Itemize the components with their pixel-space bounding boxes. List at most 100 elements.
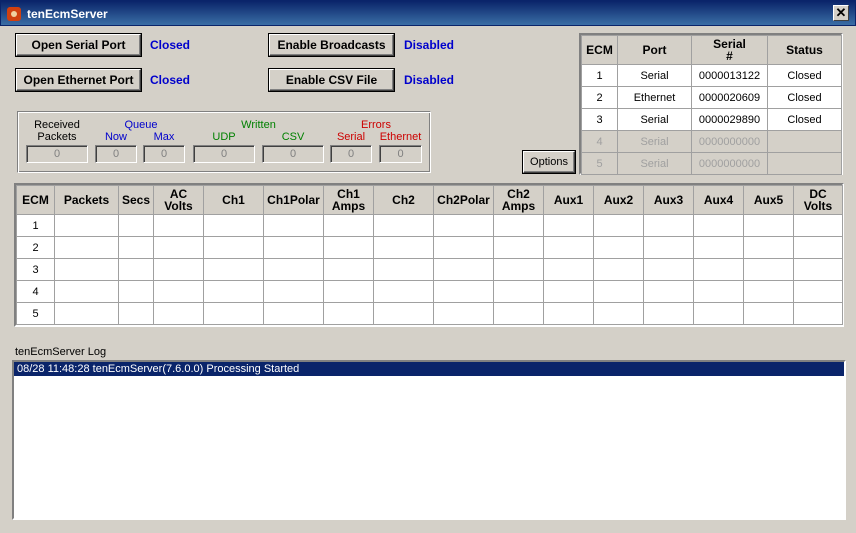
table-row[interactable]: 1	[16, 214, 843, 237]
ecm-cell: 3	[581, 108, 618, 131]
ecm-cell: 3	[16, 258, 55, 281]
table-row[interactable]: 4	[16, 280, 843, 303]
options-button[interactable]: Options	[522, 150, 576, 174]
data-cell	[433, 280, 494, 303]
data-cell	[643, 236, 694, 259]
data-cell	[118, 280, 154, 303]
data-cell	[323, 214, 374, 237]
close-button[interactable]: ✕	[833, 5, 849, 21]
queue-now-field: 0	[95, 145, 137, 163]
written-udp-field: 0	[193, 145, 255, 163]
data-cell	[743, 214, 794, 237]
serial-cell: 0000000000	[691, 152, 768, 175]
data-table: ECM Packets Secs AC Volts Ch1 Ch1Polar Ch1 Amp…	[16, 185, 843, 325]
table-row[interactable]: 2	[16, 236, 843, 259]
status-cell	[767, 152, 842, 175]
data-cell	[54, 236, 119, 259]
port-cell: Ethernet	[617, 86, 692, 109]
port-cell: Serial	[617, 64, 692, 87]
data-cell	[54, 258, 119, 281]
serial-errors-label: Serial	[336, 131, 366, 143]
data-cell	[693, 280, 744, 303]
ecm-cell: 2	[581, 86, 618, 109]
serial-status: Closed	[150, 38, 191, 52]
ecm-cell: 4	[581, 130, 618, 153]
udp-label: UDP	[212, 131, 236, 143]
ecm-table: ECM Port Serial # Status 1 Serial 000001…	[581, 35, 842, 175]
enable-broadcasts-button[interactable]: Enable Broadcasts	[268, 33, 395, 57]
errors-label: Errors	[361, 119, 391, 131]
data-header-ch2-amps: Ch2 Amps	[493, 185, 544, 215]
table-row[interactable]: 3 Serial 0000029890 Closed	[581, 108, 842, 131]
status-cell: Closed	[767, 108, 842, 131]
status-cell	[767, 130, 842, 153]
data-cell	[643, 258, 694, 281]
data-header-packets: Packets	[54, 185, 119, 215]
data-cell	[263, 236, 324, 259]
data-cell	[593, 258, 644, 281]
data-cell	[493, 258, 544, 281]
queue-max-field: 0	[143, 145, 185, 163]
data-cell	[433, 214, 494, 237]
data-cell	[493, 302, 544, 325]
data-cell	[118, 214, 154, 237]
ecm-cell: 4	[16, 280, 55, 303]
data-cell	[54, 302, 119, 325]
data-cell	[203, 214, 264, 237]
data-cell	[493, 280, 544, 303]
data-cell	[743, 302, 794, 325]
data-cell	[153, 280, 204, 303]
table-row[interactable]: 5	[16, 302, 843, 325]
data-header-ac-volts: AC Volts	[153, 185, 204, 215]
data-cell	[793, 302, 843, 325]
ecm-cell: 1	[581, 64, 618, 87]
status-header: Status	[767, 35, 842, 65]
data-cell	[493, 214, 544, 237]
serial-cell: 0000013122	[691, 64, 768, 87]
data-cell	[373, 302, 434, 325]
ecm-cell: 1	[16, 214, 55, 237]
open-ethernet-port-button[interactable]: Open Ethernet Port	[15, 68, 142, 92]
data-cell	[263, 280, 324, 303]
data-header-aux2: Aux2	[593, 185, 644, 215]
enable-csv-file-button[interactable]: Enable CSV File	[268, 68, 395, 92]
data-cell	[543, 258, 594, 281]
data-cell	[203, 302, 264, 325]
data-cell	[433, 258, 494, 281]
broadcasts-status: Disabled	[404, 38, 455, 52]
ethernet-errors-label: Ethernet	[379, 131, 422, 143]
data-cell	[643, 302, 694, 325]
data-cell	[153, 302, 204, 325]
data-cell	[593, 302, 644, 325]
data-cell	[693, 302, 744, 325]
table-row[interactable]: 1 Serial 0000013122 Closed	[581, 64, 842, 87]
table-row[interactable]: 3	[16, 258, 843, 281]
data-cell	[54, 280, 119, 303]
serial-cell: 0000000000	[691, 130, 768, 153]
data-cell	[543, 302, 594, 325]
port-header: Port	[617, 35, 692, 65]
data-header-dc-volts: DC Volts	[793, 185, 843, 215]
log-line[interactable]: 08/28 11:48:28 tenEcmServer(7.6.0.0) Pro…	[14, 362, 844, 376]
data-header-secs: Secs	[118, 185, 154, 215]
port-cell: Serial	[617, 108, 692, 131]
data-cell	[593, 280, 644, 303]
data-cell	[793, 214, 843, 237]
data-cell	[263, 214, 324, 237]
queue-label: Queue	[124, 119, 158, 131]
table-row[interactable]: 2 Ethernet 0000020609 Closed	[581, 86, 842, 109]
data-cell	[373, 280, 434, 303]
data-cell	[793, 280, 843, 303]
data-cell	[433, 302, 494, 325]
table-row: 4 Serial 0000000000	[581, 130, 842, 153]
data-cell	[493, 236, 544, 259]
log-list[interactable]: 08/28 11:48:28 tenEcmServer(7.6.0.0) Pro…	[12, 360, 846, 520]
log-label: tenEcmServer Log	[15, 346, 107, 358]
port-cell: Serial	[617, 152, 692, 175]
open-serial-port-button[interactable]: Open Serial Port	[15, 33, 142, 57]
ecm-cell: 5	[16, 302, 55, 325]
ecm-header: ECM	[581, 35, 618, 65]
data-cell	[323, 280, 374, 303]
data-header-ch1-amps: Ch1 Amps	[323, 185, 374, 215]
received-label: Received	[34, 119, 80, 131]
